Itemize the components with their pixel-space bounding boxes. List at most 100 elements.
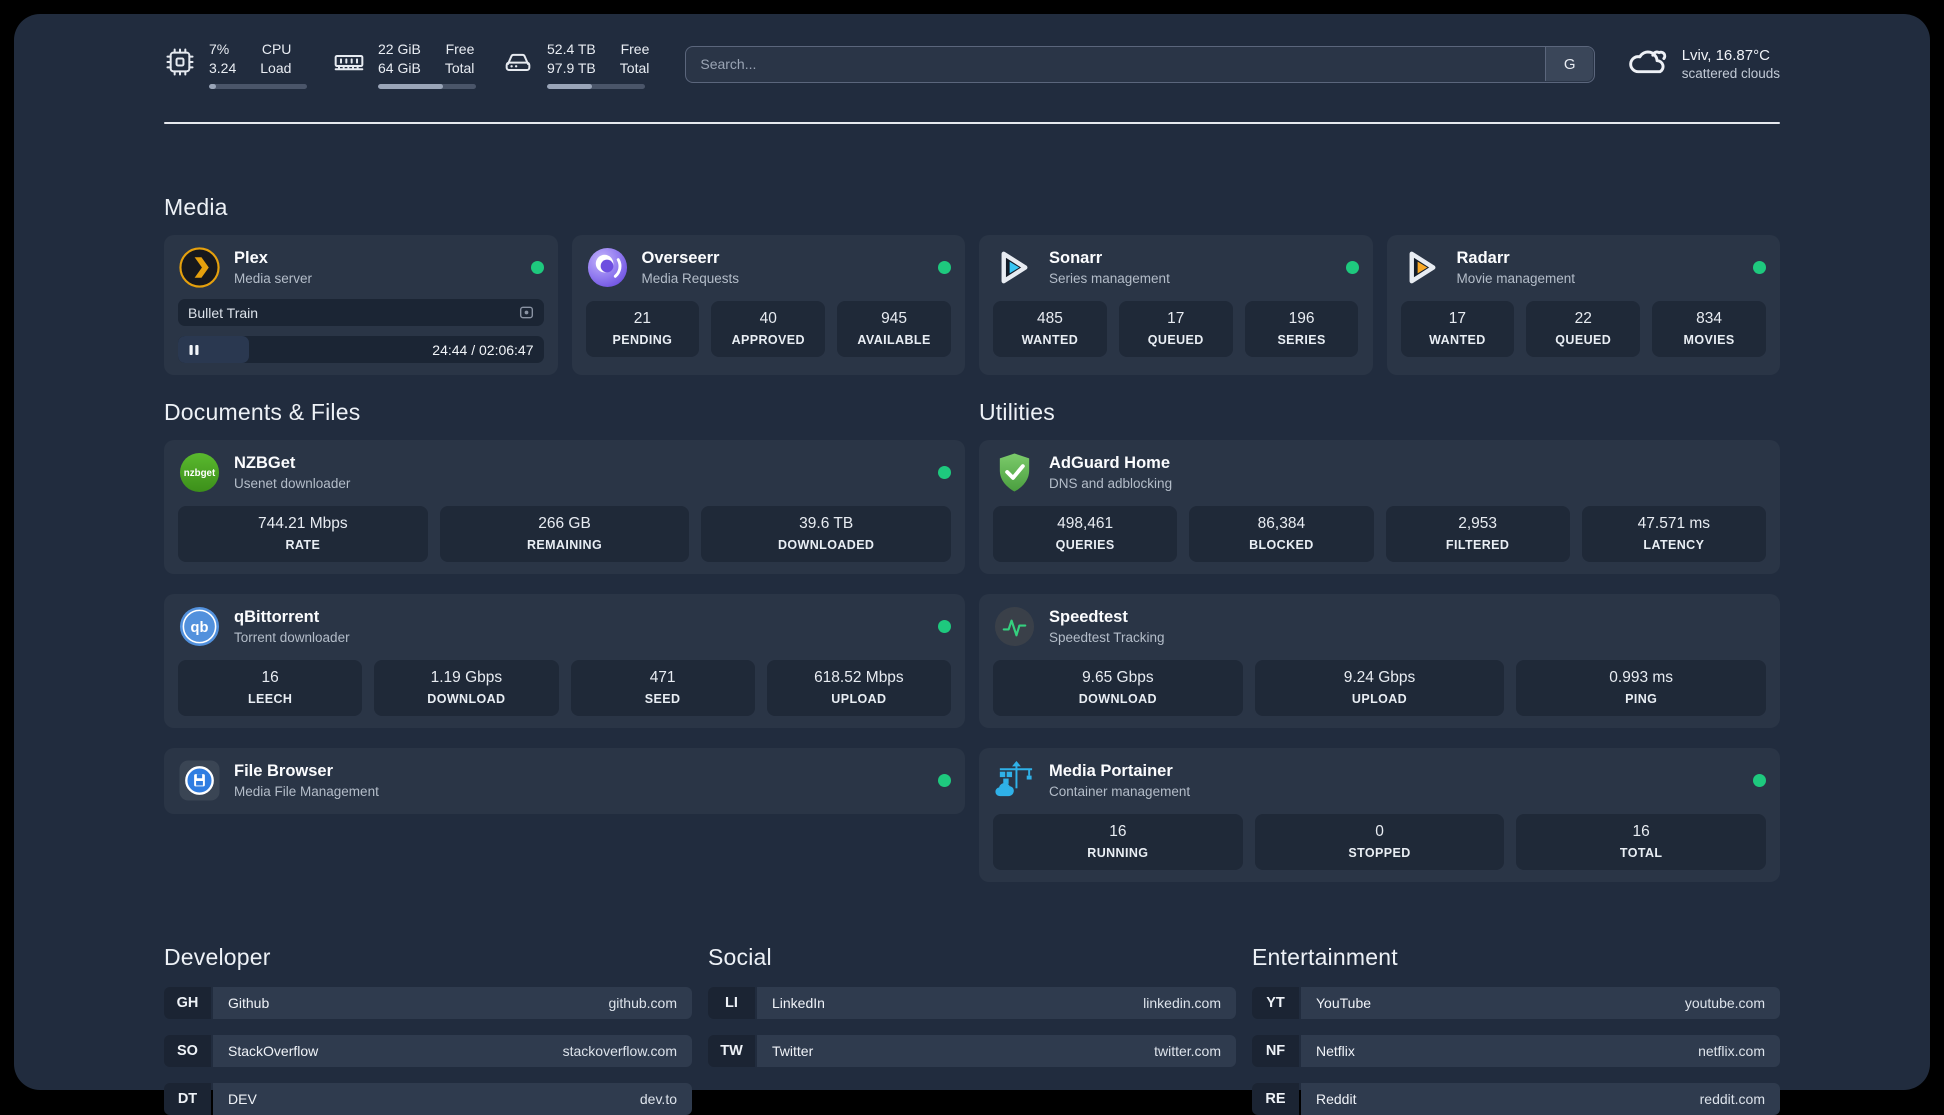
cpu-usage-bar — [209, 83, 307, 89]
stat-tile: 17 WANTED — [1400, 301, 1515, 357]
link-name: Github — [228, 995, 270, 1011]
adguard-card[interactable]: AdGuard Home DNS and adblocking 498,461 … — [979, 440, 1780, 574]
app-subtitle: Container management — [1049, 783, 1191, 799]
disk-usage-bar — [547, 83, 645, 89]
qbittorrent-icon: qb — [178, 605, 221, 648]
cpu-stat: 7% 3.24 CPU Load — [164, 40, 307, 89]
link-twitter[interactable]: TW Twitter twitter.com — [708, 1035, 1236, 1067]
link-stackoverflow[interactable]: SO StackOverflow stackoverflow.com — [164, 1035, 692, 1067]
entertainment-section: Entertainment YT YouTube youtube.com NF … — [1252, 944, 1780, 1115]
cpu-labels: CPU Load — [260, 40, 292, 76]
link-youtube[interactable]: YT YouTube youtube.com — [1252, 987, 1780, 1019]
now-playing-title: Bullet Train — [188, 304, 259, 321]
disk-icon — [502, 46, 534, 78]
search-input[interactable] — [685, 45, 1595, 83]
disk-labels: Free Total — [619, 40, 650, 76]
link-url: linkedin.com — [1143, 995, 1221, 1011]
link-github[interactable]: GH Github github.com — [164, 987, 692, 1019]
speedtest-card[interactable]: Speedtest Speedtest Tracking 9.65 Gbps D… — [979, 594, 1780, 728]
link-abbr: DT — [164, 1083, 211, 1115]
now-playing-row: Bullet Train — [178, 299, 544, 326]
radarr-card[interactable]: Radarr Movie management 17 WANTED 22 QUE… — [1386, 235, 1780, 375]
app-title: qBittorrent — [234, 607, 320, 626]
link-name: YouTube — [1316, 995, 1372, 1011]
status-dot — [1753, 774, 1766, 787]
playback-time: 24:44 / 02:06:47 — [432, 341, 534, 358]
weather-condition: scattered clouds — [1681, 66, 1780, 81]
link-abbr: TW — [708, 1035, 755, 1067]
filebrowser-card[interactable]: File Browser Media File Management — [164, 748, 965, 814]
app-subtitle: Media Requests — [641, 270, 740, 286]
plex-icon — [178, 246, 221, 289]
stat-tile: 9.65 Gbps DOWNLOAD — [993, 660, 1243, 716]
sonarr-card[interactable]: Sonarr Series management 485 WANTED 17 Q… — [979, 235, 1373, 375]
app-title: File Browser — [234, 761, 334, 780]
app-subtitle: Media server — [234, 270, 313, 286]
stat-tile: 266 GB REMAINING — [439, 506, 690, 562]
stat-tile: 834 MOVIES — [1652, 301, 1766, 357]
app-subtitle: Torrent downloader — [234, 629, 350, 645]
section-title-entertainment: Entertainment — [1252, 944, 1398, 970]
link-name: Netflix — [1316, 1043, 1355, 1059]
link-name: Reddit — [1316, 1091, 1357, 1107]
status-dot — [938, 620, 951, 633]
link-linkedin[interactable]: LI LinkedIn linkedin.com — [708, 987, 1236, 1019]
media-grid: Plex Media server Bullet Train 24:44 / 0… — [164, 235, 1780, 375]
section-title-developer: Developer — [164, 944, 271, 970]
adguard-icon — [993, 451, 1036, 494]
speedtest-icon — [993, 605, 1036, 648]
plex-card[interactable]: Plex Media server Bullet Train 24:44 / 0… — [164, 235, 558, 375]
app-subtitle: Speedtest Tracking — [1049, 629, 1165, 645]
stat-tile: 196 SERIES — [1244, 301, 1359, 357]
weather-widget: Lviv, 16.87°C scattered clouds — [1625, 42, 1780, 86]
memory-stat: 22 GiB 64 GiB Free Total — [333, 40, 476, 89]
stat-tile: 21 PENDING — [585, 301, 700, 357]
app-title: Radarr — [1456, 248, 1510, 267]
section-title-utilities: Utilities — [979, 399, 1055, 425]
link-abbr: YT — [1252, 987, 1299, 1019]
utilities-column: Utilities AdGuard Home DNS and adblockin… — [979, 399, 1780, 882]
status-dot — [530, 261, 544, 274]
portainer-card[interactable]: Media Portainer Container management 16 … — [979, 748, 1780, 882]
search-engine-button[interactable]: G — [1545, 47, 1594, 81]
status-dot — [1753, 261, 1766, 274]
app-subtitle: Media File Management — [234, 783, 379, 799]
nzbget-icon: nzbget — [178, 451, 221, 494]
link-reddit[interactable]: RE Reddit reddit.com — [1252, 1083, 1780, 1115]
status-dot — [938, 261, 951, 274]
nzbget-card[interactable]: nzbget NZBGet Usenet downloader 744.21 M… — [164, 440, 965, 574]
app-title: Media Portainer — [1049, 761, 1173, 780]
svg-text:nzbget: nzbget — [184, 468, 216, 479]
link-url: twitter.com — [1154, 1043, 1221, 1059]
svg-text:qb: qb — [191, 620, 209, 636]
stat-tile: 485 WANTED — [993, 301, 1107, 357]
weather-location: Lviv, 16.87°C — [1681, 47, 1770, 64]
link-dev[interactable]: DT DEV dev.to — [164, 1083, 692, 1115]
search-bar: G — [685, 45, 1595, 83]
section-title-social: Social — [708, 944, 772, 970]
app-title: Plex — [234, 248, 268, 267]
screen-session-icon — [519, 305, 534, 320]
qbittorrent-card[interactable]: qb qBittorrent Torrent downloader 16 LEE… — [164, 594, 965, 728]
app-title: Overseerr — [641, 248, 720, 267]
radarr-icon — [1401, 246, 1444, 289]
pause-icon[interactable] — [188, 344, 200, 356]
social-section: Social LI LinkedIn linkedin.com TW Twitt… — [708, 944, 1236, 1115]
app-subtitle: DNS and adblocking — [1049, 475, 1173, 491]
link-netflix[interactable]: NF Netflix netflix.com — [1252, 1035, 1780, 1067]
overseerr-card[interactable]: Overseerr Media Requests 21 PENDING 40 A… — [571, 235, 965, 375]
section-title-media: Media — [164, 194, 228, 220]
app-subtitle: Usenet downloader — [234, 475, 351, 491]
status-dot — [1345, 261, 1359, 274]
stat-tile: 16 LEECH — [178, 660, 363, 716]
section-title-documents: Documents & Files — [164, 399, 361, 425]
hardware-stats: 7% 3.24 CPU Load 22 GiB 64 GiB Free Tota… — [164, 40, 649, 89]
stat-tile: 945 AVAILABLE — [837, 301, 951, 357]
link-url: netflix.com — [1698, 1043, 1765, 1059]
link-name: DEV — [228, 1091, 257, 1107]
link-abbr: RE — [1252, 1083, 1299, 1115]
stat-tile: 498,461 QUERIES — [993, 506, 1178, 562]
cpu-icon — [164, 46, 196, 78]
stat-tile: 1.19 Gbps DOWNLOAD — [374, 660, 559, 716]
link-name: StackOverflow — [228, 1043, 319, 1059]
